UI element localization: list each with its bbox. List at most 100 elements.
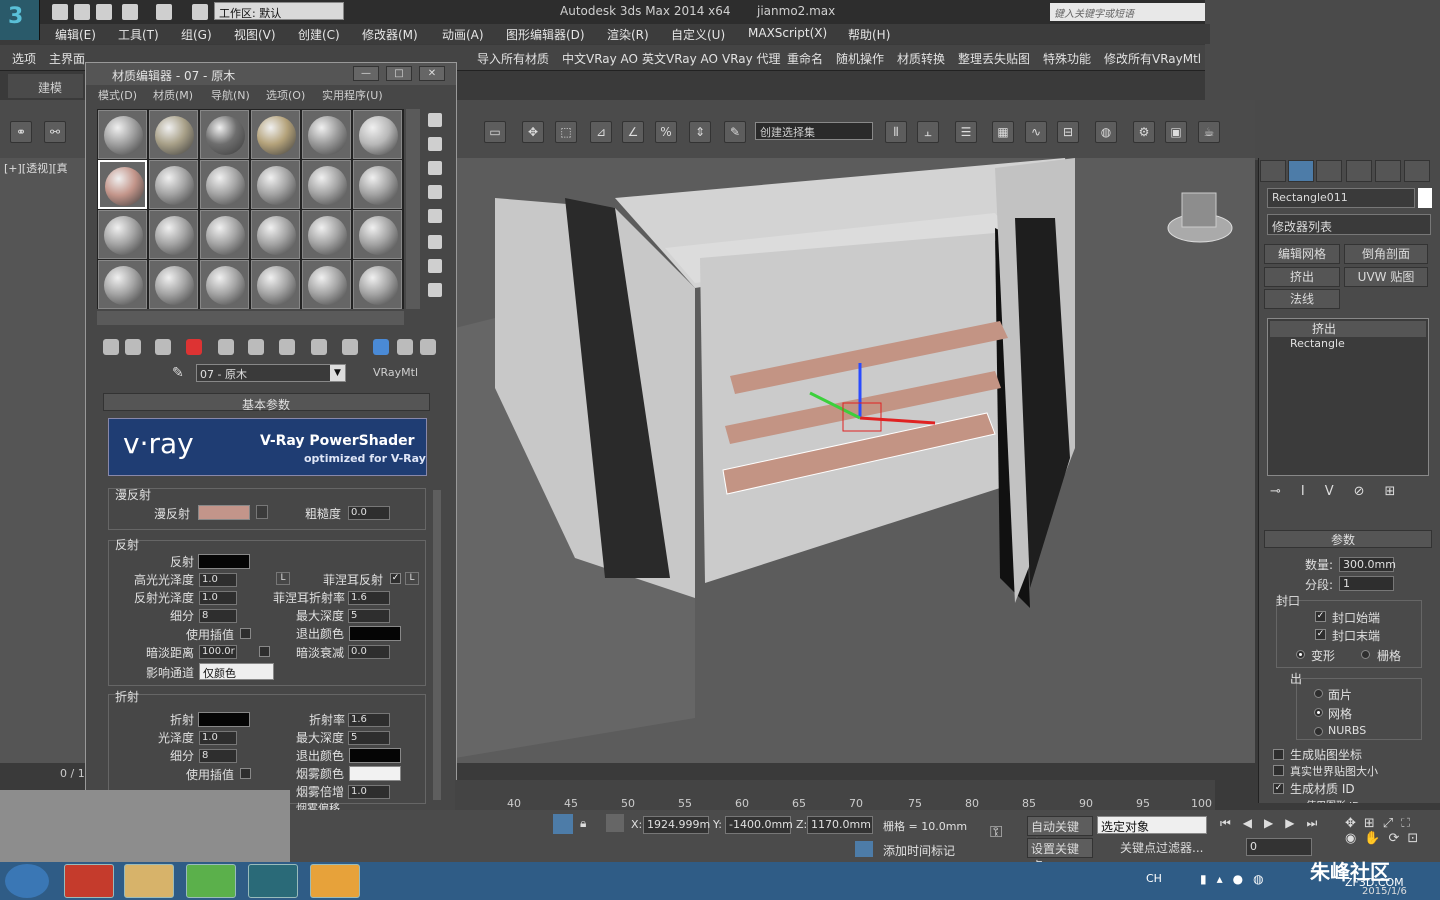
subdivs-input[interactable]: 8 (199, 609, 237, 623)
r-subdivs-input[interactable]: 8 (199, 749, 237, 763)
params-scrollbar[interactable] (433, 490, 441, 800)
menu-edit[interactable]: 编辑(E) (55, 26, 96, 43)
put-to-library-icon[interactable] (248, 339, 264, 355)
tb-modify-vraymtl[interactable]: 修改所有VRayMtl (1104, 50, 1201, 67)
selected-dropdown[interactable]: 选定对象 (1097, 816, 1207, 834)
refract-color-swatch[interactable] (198, 712, 250, 727)
menu-graph-editors[interactable]: 图形编辑器(D) (506, 26, 585, 43)
uv-tiling-icon[interactable] (428, 185, 442, 199)
tb-cn-vray-ao[interactable]: 中文VRay AO (562, 50, 638, 67)
amount-input[interactable]: 300.0mm (1339, 557, 1396, 572)
normal-button[interactable]: 法线 (1264, 289, 1340, 309)
snap-icon[interactable]: ⊿ (590, 121, 612, 143)
material-slot[interactable] (353, 210, 402, 259)
menu-tools[interactable]: 工具(T) (118, 26, 159, 43)
open-file-icon[interactable] (74, 4, 90, 20)
ribbon-tab-modeling[interactable]: 建模 (8, 74, 83, 98)
sample-type-icon[interactable] (428, 113, 442, 127)
scene-explorer-icon[interactable]: ▦ (992, 121, 1014, 143)
me-menu-modes[interactable]: 模式(D) (98, 87, 137, 103)
ior-input[interactable]: 1.6 (348, 713, 390, 727)
key-icon[interactable]: ⚿ (990, 822, 1002, 842)
dim-falloff-input[interactable]: 0.0 (348, 645, 390, 659)
tb-random[interactable]: 随机操作 (836, 50, 884, 67)
material-name-field[interactable]: 07 - 原木 (196, 364, 346, 382)
me-menu-navigation[interactable]: 导航(N) (211, 87, 250, 103)
material-slot[interactable] (353, 110, 402, 159)
hierarchy-tab-icon[interactable] (1316, 160, 1342, 182)
r-use-interp-checkbox[interactable] (240, 768, 251, 779)
menu-modifiers[interactable]: 修改器(M) (362, 26, 418, 43)
current-frame-input[interactable]: 0 (1246, 838, 1312, 856)
material-id-icon[interactable] (279, 339, 295, 355)
key-filters-button[interactable]: 关键点过滤器... (1120, 839, 1203, 856)
real-world-checkbox[interactable] (1273, 765, 1284, 776)
motion-tab-icon[interactable] (1346, 160, 1372, 182)
new-file-icon[interactable] (52, 4, 68, 20)
tb-en-vray-ao[interactable]: 英文VRay AO (642, 50, 718, 67)
display-tab-icon[interactable] (1375, 160, 1401, 182)
taskbar-app-explorer[interactable] (124, 864, 174, 898)
exit-color-swatch[interactable] (349, 626, 401, 641)
stack-tools[interactable]: ⊸ⅠⅤ⊘⊞ (1270, 484, 1430, 502)
object-color-swatch[interactable] (1418, 188, 1432, 208)
material-slot[interactable] (200, 110, 249, 159)
save-icon[interactable] (96, 4, 112, 20)
move-icon[interactable]: ✥ (522, 121, 544, 143)
background-icon[interactable] (428, 161, 442, 175)
roughness-input[interactable]: 0.0 (348, 506, 390, 520)
eyedropper-icon[interactable]: ✎ (172, 365, 188, 381)
modifier-list-dropdown[interactable]: 修改器列表 (1267, 214, 1431, 235)
tb-options[interactable]: 选项 (12, 50, 36, 67)
max-depth-input[interactable]: 5 (348, 609, 390, 623)
schematic-view-icon[interactable]: ⊟ (1057, 121, 1079, 143)
material-slot[interactable] (302, 210, 351, 259)
material-slot[interactable] (251, 160, 300, 209)
dim-dist-input[interactable]: 100.0r (199, 645, 237, 659)
material-slot[interactable] (251, 110, 300, 159)
morph-radio[interactable] (1296, 650, 1305, 659)
material-slot[interactable] (251, 260, 300, 309)
reflect-color-swatch[interactable] (198, 554, 250, 569)
select-manipulate-icon[interactable]: ⬚ (555, 121, 577, 143)
hilight-lock-button[interactable]: L (276, 572, 290, 585)
spinner-snap-icon[interactable]: ⇕ (689, 121, 711, 143)
gen-matid-checkbox[interactable]: ✓ (1273, 783, 1284, 794)
object-name-field[interactable]: Rectangle011 (1267, 188, 1415, 208)
menu-create[interactable]: 创建(C) (298, 26, 340, 43)
render-frame-icon[interactable]: ▣ (1165, 121, 1187, 143)
material-slot[interactable] (200, 260, 249, 309)
lock-icon[interactable]: 🔒︎ (580, 816, 586, 831)
render-teapot-icon[interactable]: ☕ (1198, 121, 1220, 143)
go-forward-sibling-icon[interactable] (397, 339, 413, 355)
minimize-button[interactable]: — (353, 66, 379, 81)
tb-missing-maps[interactable]: 整理丢失贴图 (958, 50, 1030, 67)
viewport-label[interactable]: [+][透视][真 (4, 160, 68, 176)
basic-params-rollout-header[interactable]: 基本参数 (103, 393, 430, 412)
layer-icon[interactable]: ☰ (955, 121, 977, 143)
bevel-profile-button[interactable]: 倒角剖面 (1344, 244, 1428, 264)
maximize-button[interactable]: □ (386, 66, 412, 81)
extrude-button[interactable]: 挤出 (1264, 267, 1340, 287)
slots-vscrollbar[interactable] (406, 109, 420, 309)
material-slot[interactable] (353, 260, 402, 309)
close-button[interactable]: ✕ (419, 66, 445, 81)
undo-icon[interactable] (122, 4, 138, 20)
taskbar-app-z[interactable] (310, 864, 360, 898)
stack-selected-row[interactable] (1270, 321, 1426, 337)
redo-icon[interactable] (156, 4, 172, 20)
menu-group[interactable]: 组(G) (181, 26, 212, 43)
reset-map-icon[interactable] (186, 339, 202, 355)
dim-dist-checkbox[interactable] (259, 646, 270, 657)
cap-start-checkbox[interactable]: ✓ (1315, 611, 1326, 622)
material-slot[interactable] (98, 210, 147, 259)
playback-controls[interactable]: ⏮◀▶▶⏭ (1220, 816, 1340, 834)
material-slot[interactable] (200, 160, 249, 209)
curve-editor-icon[interactable]: ∿ (1025, 121, 1047, 143)
material-slot[interactable] (98, 160, 147, 209)
app-logo-icon[interactable]: 3 (0, 0, 40, 40)
align-icon[interactable]: ⫠ (917, 121, 939, 143)
make-preview-icon[interactable] (428, 235, 442, 249)
x-coordinate-input[interactable]: 1924.999m (643, 816, 710, 834)
search-input[interactable]: 键入关键字或短语 (1050, 3, 1205, 21)
